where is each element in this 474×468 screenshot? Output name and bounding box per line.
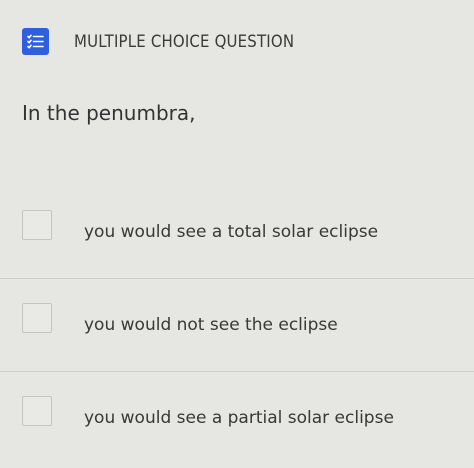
option-label: you would not see the eclipse [84, 315, 338, 335]
question-text: In the penumbra, [22, 101, 196, 125]
question-type-header: MULTIPLE CHOICE QUESTION [22, 28, 324, 55]
answer-options: you would see a total solar eclipse you … [0, 186, 474, 464]
option-checkbox[interactable] [22, 396, 52, 426]
answer-option[interactable]: you would see a partial solar eclipse [0, 372, 474, 464]
answer-option[interactable]: you would see a total solar eclipse [0, 186, 474, 279]
option-checkbox[interactable] [22, 210, 52, 240]
option-checkbox[interactable] [22, 303, 52, 333]
option-label: you would see a partial solar eclipse [84, 408, 394, 428]
list-icon [22, 28, 49, 55]
question-type-label: MULTIPLE CHOICE QUESTION [74, 31, 295, 52]
option-label: you would see a total solar eclipse [84, 222, 379, 242]
answer-option[interactable]: you would not see the eclipse [0, 279, 474, 372]
